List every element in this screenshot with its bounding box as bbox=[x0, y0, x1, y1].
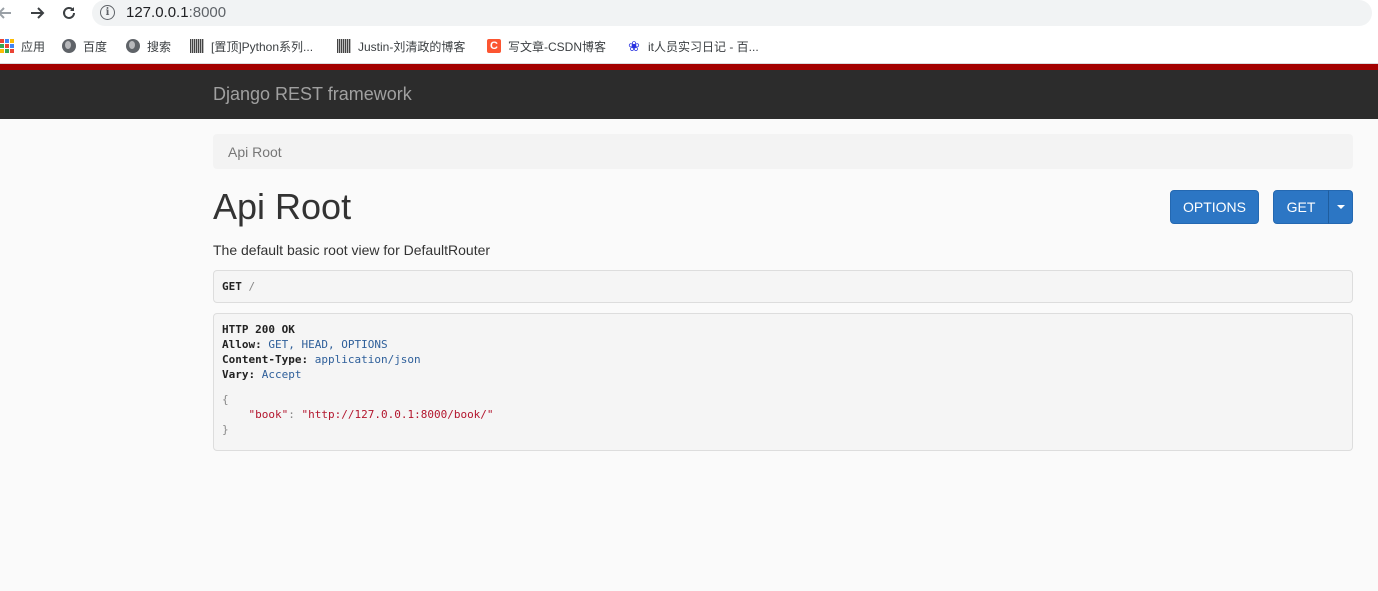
bookmark-csdn[interactable]: C 写文章-CSDN博客 bbox=[487, 37, 606, 55]
bookmark-label: [置顶]Python系列... bbox=[211, 39, 314, 54]
address-bar[interactable]: i 127.0.0.1:8000 bbox=[92, 0, 1372, 26]
page-description: The default basic root view for DefaultR… bbox=[213, 242, 491, 258]
header-name: Allow: bbox=[222, 338, 262, 351]
header-name: Vary: bbox=[222, 368, 256, 381]
get-format-dropdown[interactable] bbox=[1328, 190, 1353, 224]
bookmark-python-series[interactable]: [置顶]Python系列... bbox=[190, 37, 313, 55]
response-info: HTTP 200 OK Allow: GET, HEAD, OPTIONS Co… bbox=[213, 313, 1353, 451]
bookmark-apps[interactable]: 应用 bbox=[0, 37, 45, 55]
url-text[interactable]: 127.0.0.1:8000 bbox=[126, 4, 226, 21]
bookmark-label: 写文章-CSDN博客 bbox=[508, 39, 606, 54]
request-method: GET bbox=[222, 280, 242, 293]
json-url-link[interactable]: "http://127.0.0.1:8000/book/" bbox=[302, 408, 494, 421]
page-title: Api Root bbox=[213, 186, 352, 227]
breadcrumb-current: Api Root bbox=[228, 144, 282, 160]
globe-icon bbox=[126, 39, 140, 53]
breadcrumb: Api Root bbox=[213, 134, 1353, 169]
json-open-brace: { bbox=[222, 393, 229, 406]
reload-icon[interactable] bbox=[58, 3, 80, 23]
url-host: 127.0.0.1 bbox=[126, 4, 189, 21]
bookmark-baidu[interactable]: 百度 bbox=[62, 37, 107, 55]
url-port: :8000 bbox=[188, 4, 227, 21]
navbar-brand[interactable]: Django REST framework bbox=[213, 84, 412, 105]
qr-favicon-icon bbox=[190, 39, 204, 53]
header-value: application/json bbox=[314, 353, 421, 366]
caret-down-icon bbox=[1336, 205, 1345, 209]
request-info: GET / bbox=[213, 270, 1353, 303]
options-button[interactable]: OPTIONS bbox=[1170, 190, 1259, 224]
get-button[interactable]: GET bbox=[1273, 190, 1329, 224]
apps-grid-icon bbox=[0, 39, 14, 53]
json-close-brace: } bbox=[222, 423, 229, 436]
forward-arrow-icon[interactable] bbox=[26, 3, 48, 23]
header-name: Content-Type: bbox=[222, 353, 309, 366]
header-value: GET, HEAD, OPTIONS bbox=[268, 338, 388, 351]
bookmark-label: Justin-刘清政的博客 bbox=[358, 39, 466, 54]
request-path: / bbox=[248, 280, 256, 293]
bookmark-justin-blog[interactable]: Justin-刘清政的博客 bbox=[337, 37, 465, 55]
back-arrow-icon[interactable] bbox=[0, 3, 16, 23]
baidu-paw-icon: ❀ bbox=[628, 38, 640, 54]
json-colon: : bbox=[288, 408, 302, 421]
bookmarks-bar: 应用 百度 搜索 [置顶]Python系列... Justin-刘清政的博客 C… bbox=[0, 27, 1378, 64]
drf-navbar: Django REST framework bbox=[0, 64, 1378, 119]
bookmark-label: 应用 bbox=[21, 39, 46, 54]
qr-favicon-icon bbox=[337, 39, 351, 53]
browser-toolbar: i 127.0.0.1:8000 bbox=[0, 0, 1378, 27]
bookmark-it-diary[interactable]: ❀ it人员实习日记 - 百... bbox=[627, 37, 759, 55]
bookmark-search[interactable]: 搜索 bbox=[126, 37, 171, 55]
bookmark-label: 搜索 bbox=[147, 39, 172, 54]
json-key: "book" bbox=[248, 408, 289, 421]
globe-icon bbox=[62, 39, 76, 53]
bookmark-label: 百度 bbox=[83, 39, 108, 54]
bookmark-label: it人员实习日记 - 百... bbox=[648, 39, 759, 54]
site-info-icon[interactable]: i bbox=[100, 5, 115, 20]
response-status: HTTP 200 OK bbox=[222, 323, 295, 336]
header-value: Accept bbox=[261, 368, 302, 381]
csdn-icon: C bbox=[487, 39, 501, 53]
